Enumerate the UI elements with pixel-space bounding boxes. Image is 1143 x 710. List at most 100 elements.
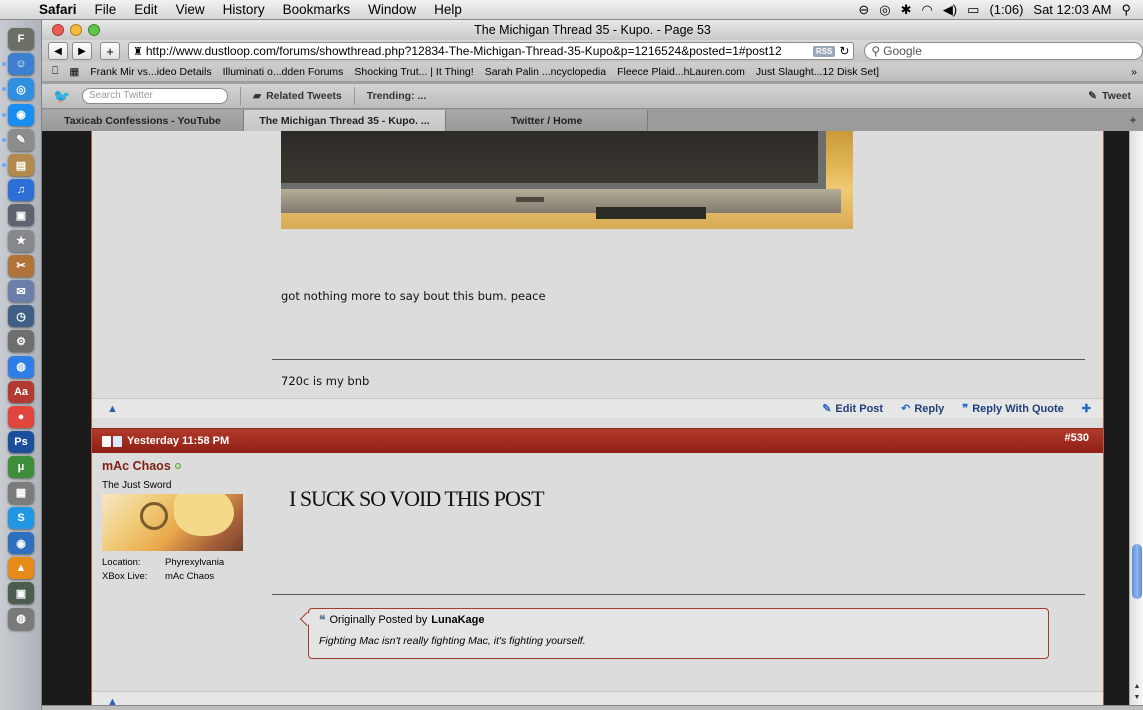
menu-window[interactable]: Window xyxy=(359,2,425,17)
wifi-icon[interactable]: ◠ xyxy=(921,2,932,18)
dock-app-icon[interactable]: S xyxy=(8,506,34,529)
battery-icon[interactable]: ▭ xyxy=(967,2,979,18)
dock-app-icon[interactable]: ◉ xyxy=(8,532,34,554)
dock-app-icon[interactable]: ▣ xyxy=(8,582,34,605)
dock-app-icon[interactable]: ✉ xyxy=(8,280,34,302)
quote-text: Fighting Mac isn't really fighting Mac, … xyxy=(319,635,586,647)
volume-icon[interactable]: ◀) xyxy=(943,2,957,18)
avatar[interactable] xyxy=(102,494,243,551)
post-message: I SUCK SO VOID THIS POST xyxy=(289,486,545,511)
post-image[interactable] xyxy=(281,131,853,229)
tab-michigan-thread[interactable]: The Michigan Thread 35 - Kupo. ... xyxy=(244,110,446,131)
tab-bar: Taxicab Confessions - YouTube The Michig… xyxy=(42,110,1143,131)
dock-app-icon[interactable]: F xyxy=(8,28,34,50)
clock[interactable]: Sat 12:03 AM xyxy=(1033,2,1111,17)
tab-taxicab[interactable]: Taxicab Confessions - YouTube xyxy=(42,110,244,131)
reading-list-icon[interactable]: ⎕ xyxy=(52,65,58,78)
related-tweets-button[interactable]: Related Tweets xyxy=(266,90,342,102)
twitter-bird-icon[interactable]: 🐦 xyxy=(42,88,82,105)
reply-button[interactable]: ↶ Reply xyxy=(901,402,944,416)
tab-twitter-home[interactable]: Twitter / Home xyxy=(446,110,648,131)
edit-post-button[interactable]: ✎ Edit Post xyxy=(822,402,883,416)
running-indicator xyxy=(2,62,6,67)
dock-app-icon[interactable]: Ps xyxy=(8,431,34,454)
menu-file[interactable]: File xyxy=(86,2,126,17)
search-icon: ⚲ xyxy=(871,44,881,58)
menu-bookmarks[interactable]: Bookmarks xyxy=(274,2,360,17)
menu-app-name[interactable]: Safari xyxy=(30,2,86,17)
dock-app-icon[interactable]: ♫ xyxy=(8,179,34,202)
dock-app-icon[interactable]: ⚙ xyxy=(8,330,34,353)
reload-icon[interactable]: ↻ xyxy=(839,44,849,58)
zoom-window-button[interactable] xyxy=(88,24,100,36)
scroll-down-arrow-icon[interactable]: ▼ xyxy=(1130,694,1143,705)
dock-app-icon[interactable]: ▦ xyxy=(8,481,34,504)
close-window-button[interactable] xyxy=(52,24,64,36)
quote-author[interactable]: LunaKage xyxy=(431,614,484,626)
menu-help[interactable]: Help xyxy=(425,2,471,17)
dock-app-icon[interactable]: ▲ xyxy=(8,557,34,580)
report-post-icon[interactable]: ▲ xyxy=(107,403,118,415)
bookmark-item[interactable]: Shocking Trut... | It Thing! xyxy=(354,66,473,78)
twitter-extension-bar: 🐦 Search Twitter ▰ Related Tweets Trendi… xyxy=(42,84,1143,109)
rss-button[interactable]: RSS xyxy=(812,45,836,57)
scrollbar-thumb[interactable] xyxy=(1132,544,1142,599)
bookmark-item[interactable]: Sarah Palin ...ncyclopedia xyxy=(485,66,606,78)
top-sites-icon[interactable]: ▦ xyxy=(69,66,79,78)
time-machine-icon[interactable]: ⊖ xyxy=(858,2,869,18)
more-bookmarks-icon[interactable]: » xyxy=(1131,66,1143,78)
reply-with-quote-button[interactable]: ❞ Reply With Quote xyxy=(962,402,1064,416)
status-bar xyxy=(42,705,1143,710)
dock-app-icon[interactable]: ◎ xyxy=(8,78,34,101)
menu-extras: ⊖ ◎ ✱ ◠ ◀) ▭ (1:06) Sat 12:03 AM ⚲ xyxy=(858,2,1143,18)
spotlight-icon[interactable]: ⚲ xyxy=(1121,2,1131,18)
menu-edit[interactable]: Edit xyxy=(125,2,166,17)
dock-app-icon[interactable]: Aa xyxy=(8,380,34,403)
dock-app-icon[interactable]: ◉ xyxy=(8,103,34,126)
tweet-button[interactable]: Tweet xyxy=(1102,90,1131,102)
bluetooth-icon[interactable]: ✱ xyxy=(901,2,912,18)
multi-quote-button[interactable]: ✚ xyxy=(1082,402,1091,415)
avatar-glasses xyxy=(140,502,168,530)
vertical-scrollbar[interactable]: ▲ ▼ xyxy=(1129,131,1143,705)
running-indicator xyxy=(2,112,6,117)
scroll-up-arrow-icon[interactable]: ▲ xyxy=(1130,683,1143,694)
bookmark-item[interactable]: Illuminati o...dden Forums xyxy=(223,66,344,78)
back-button[interactable]: ◀ xyxy=(48,42,68,60)
twitter-search-input[interactable]: Search Twitter xyxy=(82,88,228,104)
dock-app-icon[interactable]: ▣ xyxy=(8,204,34,227)
dock-app-icon[interactable]: ▤ xyxy=(8,154,34,176)
menu-history[interactable]: History xyxy=(214,2,274,17)
username-link[interactable]: mAc Chaos xyxy=(102,459,262,473)
dock-app-icon[interactable]: ★ xyxy=(8,229,34,252)
forum-post: Yesterday 11:58 PM #530 mAc Chaos The Ju… xyxy=(92,428,1103,705)
add-bookmark-button[interactable]: + xyxy=(100,42,120,60)
forward-button[interactable]: ▶ xyxy=(72,42,92,60)
sync-icon[interactable]: ◎ xyxy=(879,2,890,18)
dock-app-icon[interactable]: ☺ xyxy=(8,53,34,76)
menu-view[interactable]: View xyxy=(167,2,214,17)
search-field[interactable]: ⚲ Google xyxy=(864,42,1143,60)
bookmark-item[interactable]: Just Slaught...12 Disk Set] xyxy=(756,66,879,78)
bookmark-item[interactable]: Fleece Plaid...hLauren.com xyxy=(617,66,745,78)
search-placeholder: Google xyxy=(883,44,922,58)
bookmark-item[interactable]: Frank Mir vs...ideo Details xyxy=(90,66,211,78)
location-label: Location: xyxy=(102,557,141,568)
trending-label[interactable]: Trending: ... xyxy=(367,90,427,102)
dock-app-icon[interactable]: ◷ xyxy=(8,305,34,328)
dock-app-icon[interactable]: ◍ xyxy=(8,355,34,378)
dock-app-icon[interactable]: ◍ xyxy=(8,607,34,630)
window-controls xyxy=(42,24,122,36)
dock-app-icon[interactable]: ✎ xyxy=(8,128,34,151)
dock-app-icon[interactable]: ● xyxy=(8,406,34,428)
dock-app-icon[interactable]: ✂ xyxy=(8,254,34,277)
address-bar[interactable]: ♜ http://www.dustloop.com/forums/showthr… xyxy=(128,42,855,60)
new-tab-button[interactable]: + xyxy=(1123,110,1143,131)
post-status-icon xyxy=(102,435,122,447)
report-post-icon[interactable]: ▲ xyxy=(107,696,118,706)
avatar-hair xyxy=(174,494,234,536)
user-fields: Location: Phyrexylvania XBox Live: mAc Cha… xyxy=(102,556,262,584)
post-number-link[interactable]: #530 xyxy=(1065,429,1103,444)
minimize-window-button[interactable] xyxy=(70,24,82,36)
dock-app-icon[interactable]: μ xyxy=(8,456,34,479)
